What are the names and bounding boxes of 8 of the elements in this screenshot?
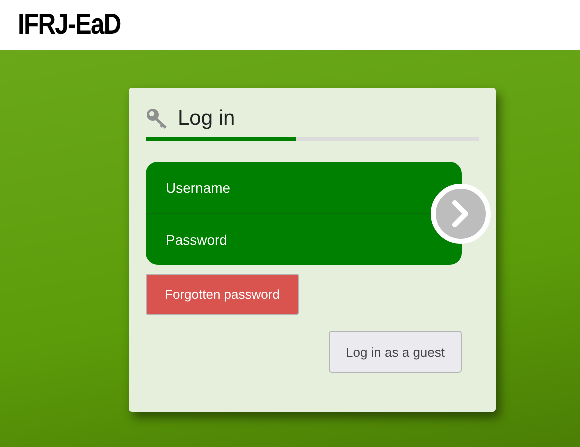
site-logo[interactable]: IFRJ-EaD (18, 8, 121, 42)
password-field[interactable]: Password (146, 214, 462, 265)
key-icon (146, 108, 170, 130)
chevron-right-icon (451, 200, 471, 228)
guest-login-button[interactable]: Log in as a guest (329, 331, 462, 373)
username-field[interactable]: Username (146, 162, 462, 214)
forgotten-password-button[interactable]: Forgotten password (146, 274, 299, 315)
login-title: Log in (178, 107, 236, 131)
